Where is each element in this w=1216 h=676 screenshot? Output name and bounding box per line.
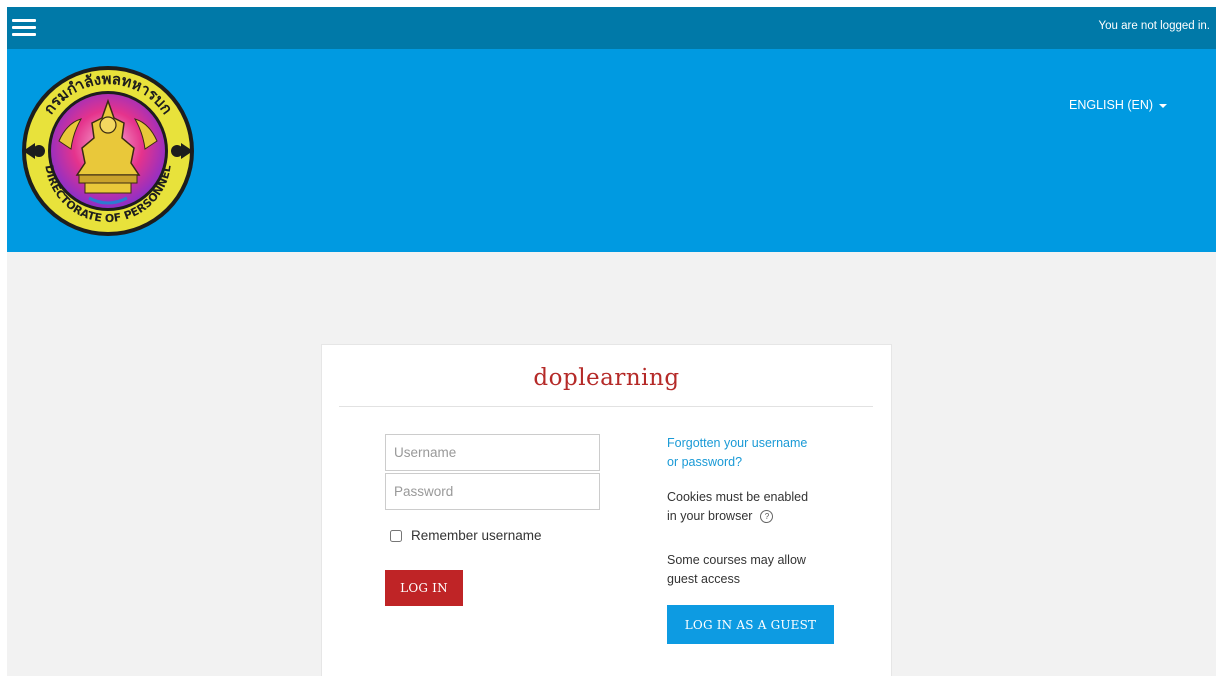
cookies-notice: Cookies must be enabled in your browser? — [667, 488, 842, 526]
language-label: ENGLISH (EN) — [1069, 98, 1154, 112]
caret-down-icon — [1159, 103, 1168, 108]
remember-username-checkbox[interactable] — [390, 529, 402, 542]
password-input[interactable] — [385, 473, 600, 510]
guest-line2: guest access — [667, 572, 740, 586]
remember-username-label: Remember username — [411, 528, 542, 543]
question-circle-icon[interactable]: ? — [760, 510, 774, 524]
login-card: doplearning Remember username LOG IN For… — [321, 344, 892, 676]
cookies-line2: in your browser — [667, 509, 753, 523]
page: You are not logged in. กรมกำลังพลทหารบก … — [7, 7, 1216, 676]
forgot-password-link[interactable]: Forgotten your username or password? — [667, 434, 842, 472]
cookies-line1: Cookies must be enabled — [667, 490, 809, 504]
site-title: doplearning — [533, 365, 680, 391]
guest-line1: Some courses may allow — [667, 553, 806, 567]
directorate-seal-logo[interactable]: กรมกำลังพลทหารบก DIRECTORATE OF PERSONNE… — [19, 63, 201, 241]
title-divider — [339, 406, 873, 407]
hamburger-menu-icon[interactable] — [12, 18, 36, 38]
forgot-line1: Forgotten your username — [667, 436, 808, 450]
language-menu[interactable]: ENGLISH (EN) — [1069, 98, 1168, 112]
username-input[interactable] — [385, 434, 600, 471]
header-banner: กรมกำลังพลทหารบก DIRECTORATE OF PERSONNE… — [7, 49, 1216, 252]
guest-access-info: Some courses may allow guest access — [667, 551, 842, 589]
forgot-line2: or password? — [667, 455, 743, 469]
login-status-text: You are not logged in. — [1098, 20, 1210, 32]
top-navbar: You are not logged in. — [7, 7, 1216, 49]
login-as-guest-button[interactable]: LOG IN AS A GUEST — [667, 605, 834, 644]
login-button[interactable]: LOG IN — [385, 570, 463, 606]
remember-username-row[interactable]: Remember username — [390, 528, 542, 543]
